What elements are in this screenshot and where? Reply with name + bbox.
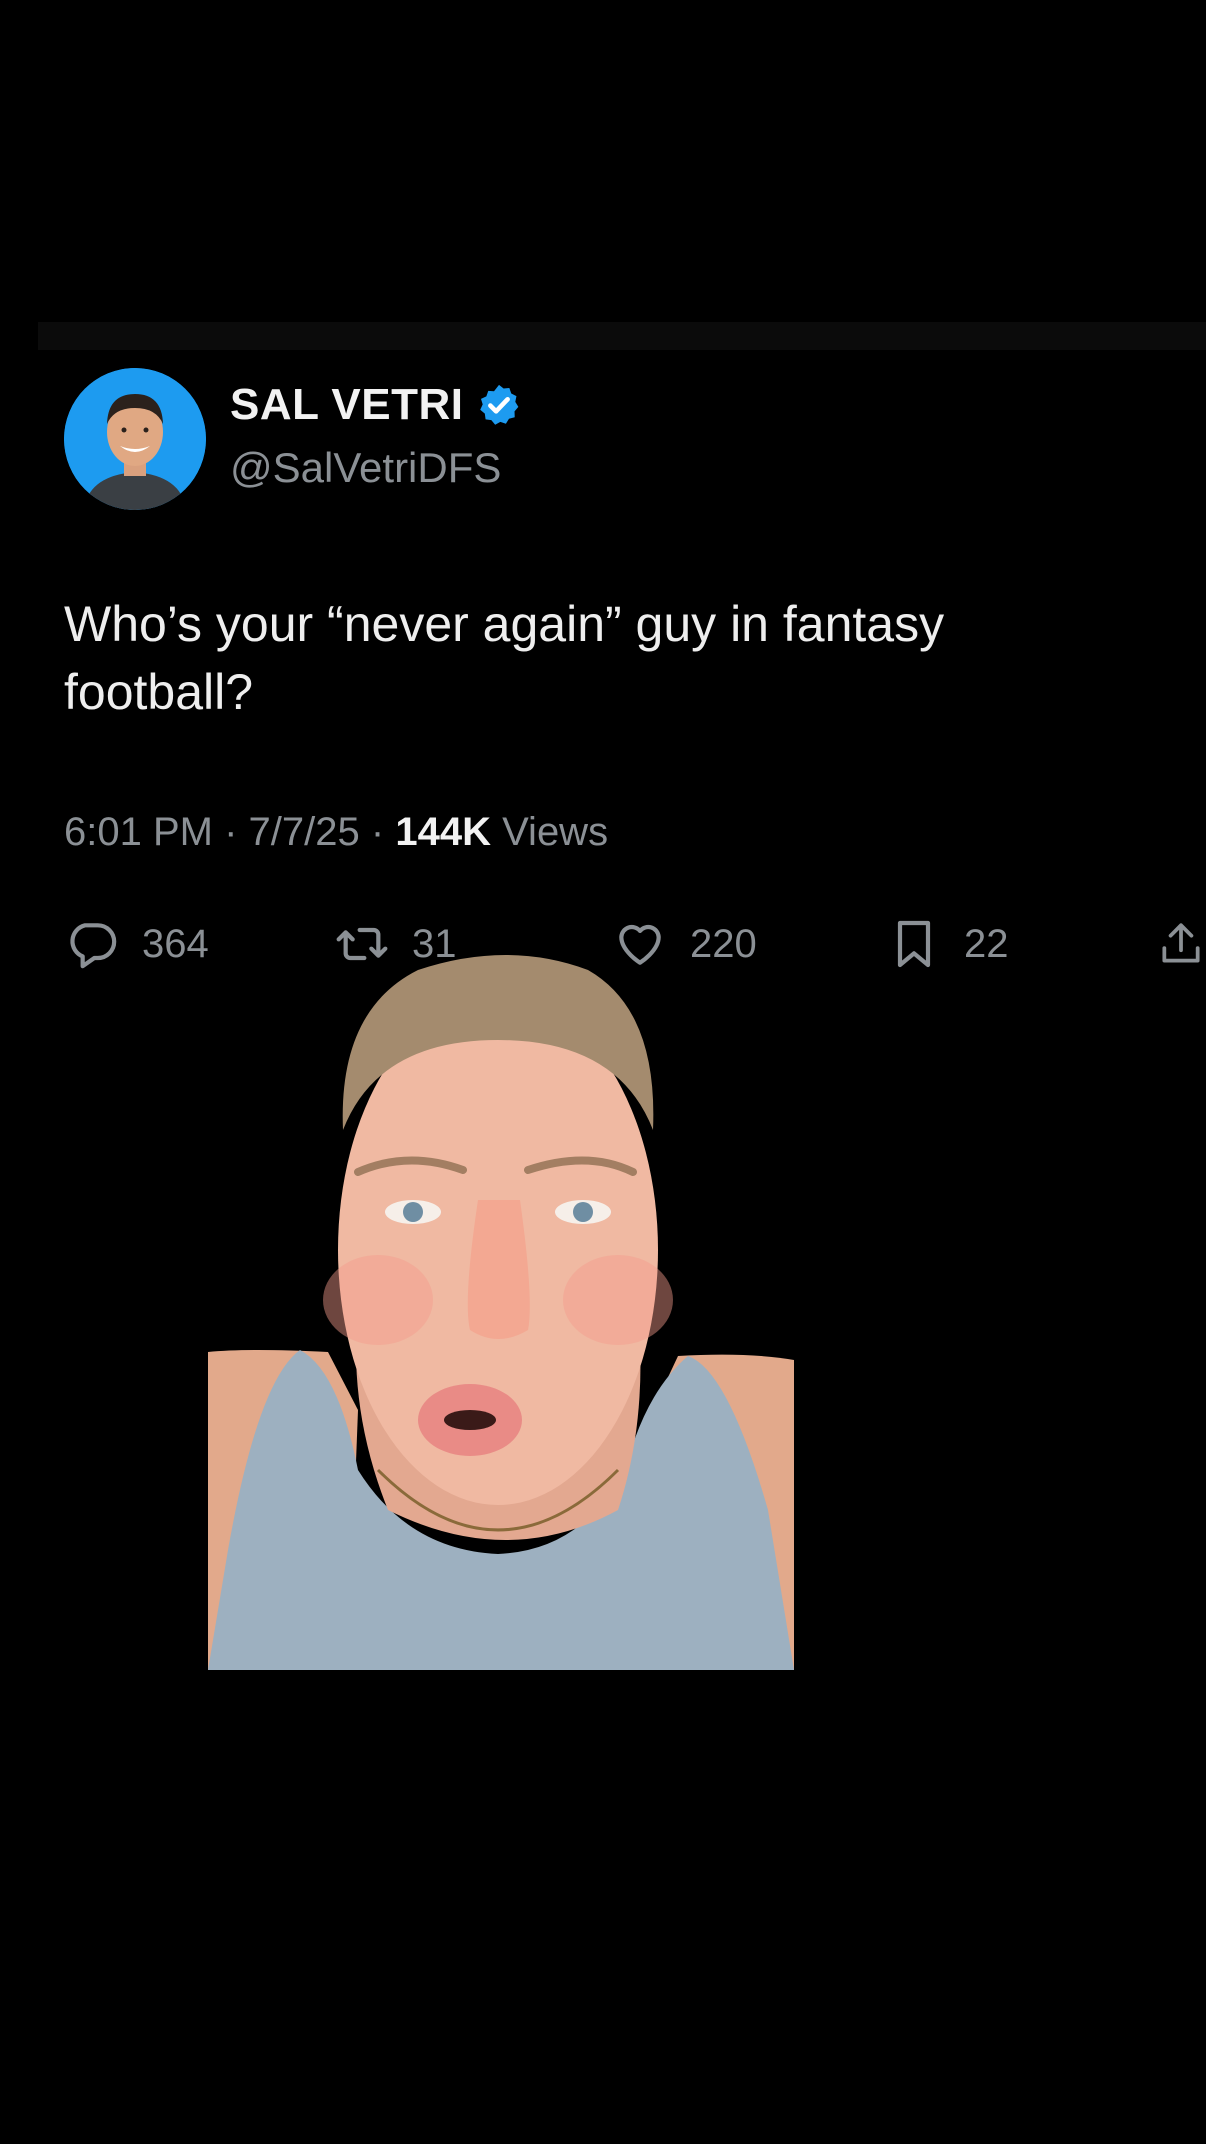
meta-separator: · xyxy=(224,810,238,854)
verified-badge-icon xyxy=(476,382,522,428)
views-label: Views xyxy=(502,810,609,854)
meta-separator: · xyxy=(370,810,385,854)
top-divider-bar xyxy=(38,322,1206,350)
user-handle[interactable]: @SalVetriDFS xyxy=(230,444,501,492)
tweet-time[interactable]: 6:01 PM xyxy=(64,810,213,854)
reply-count: 364 xyxy=(142,921,209,966)
tweet-meta: 6:01 PM · 7/7/25 · 144K Views xyxy=(64,810,608,855)
avatar[interactable] xyxy=(64,368,206,510)
display-name-text: SAL VETRI xyxy=(230,380,464,429)
display-name[interactable]: SAL VETRI xyxy=(230,380,522,430)
share-button[interactable] xyxy=(1156,916,1206,972)
bookmark-icon xyxy=(886,916,942,972)
tweet-text: Who’s your “never again” guy in fantasy … xyxy=(64,596,945,720)
tweet-date[interactable]: 7/7/25 xyxy=(249,810,360,854)
share-icon xyxy=(1156,916,1206,972)
reply-button[interactable]: 364 xyxy=(64,916,209,972)
bookmark-count: 22 xyxy=(964,921,1009,966)
bookmark-button[interactable]: 22 xyxy=(886,916,1009,972)
views-count: 144K xyxy=(395,810,491,854)
reply-icon xyxy=(64,916,120,972)
video-overlay-person xyxy=(208,950,794,1670)
